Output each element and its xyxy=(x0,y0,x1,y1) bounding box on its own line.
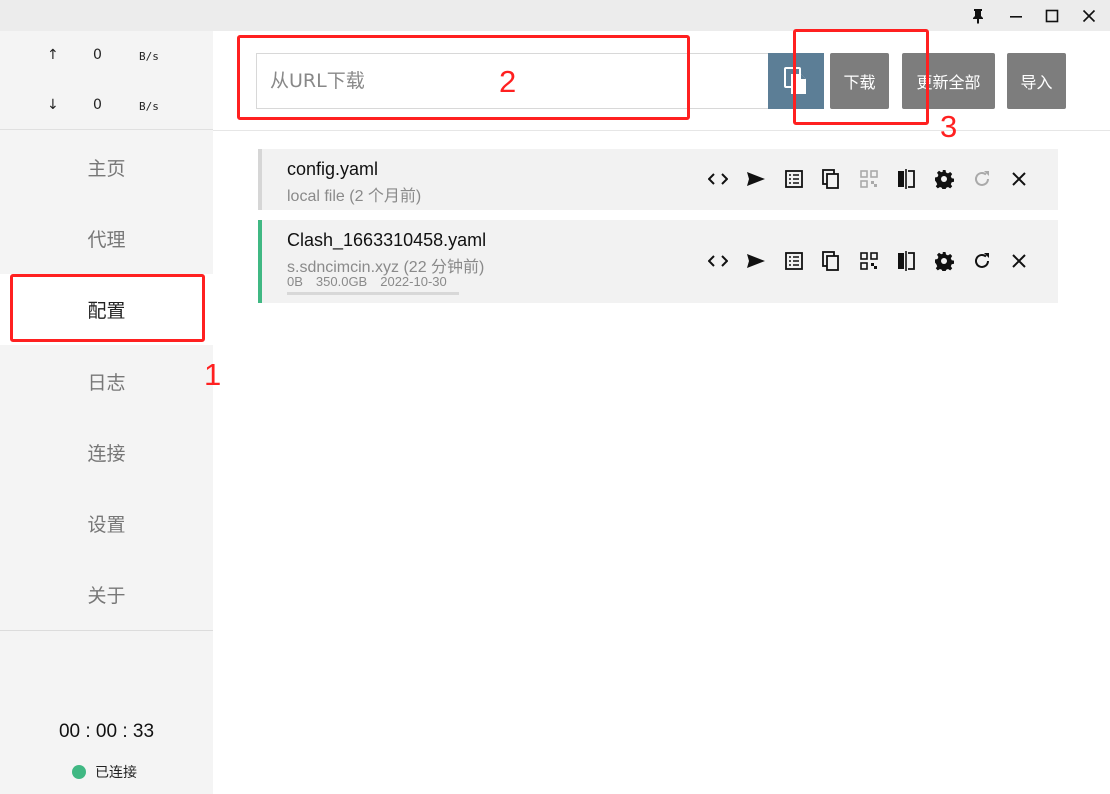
title-bar xyxy=(0,0,1110,31)
annotation-label-2: 2 xyxy=(499,64,517,99)
sidebar-item-proxies[interactable]: 代理 xyxy=(0,203,213,274)
traffic-panel: ↑ 0 B/s ↓ 0 B/s xyxy=(0,31,213,130)
refresh-icon[interactable] xyxy=(963,249,1001,273)
copy-icon[interactable] xyxy=(812,167,850,191)
profile-name: config.yaml xyxy=(287,159,379,179)
close-icon[interactable] xyxy=(1000,167,1038,191)
import-button[interactable]: 导入 xyxy=(1007,53,1066,109)
gear-icon[interactable] xyxy=(925,167,963,191)
list-icon[interactable] xyxy=(775,167,813,191)
sidebar: ↑ 0 B/s ↓ 0 B/s 主页 代理 配置 日志 连接 设置 关于 00 … xyxy=(0,31,213,794)
maximize-icon[interactable] xyxy=(1034,0,1070,31)
profile-actions xyxy=(700,249,1038,273)
code-icon[interactable] xyxy=(700,249,738,273)
close-icon[interactable] xyxy=(1071,0,1107,31)
profile-status-bar xyxy=(258,149,262,210)
profile-actions xyxy=(700,167,1038,191)
connection-status: 已连接 xyxy=(72,762,137,782)
usage-progress-bar xyxy=(287,292,459,295)
sidebar-item-home[interactable]: 主页 xyxy=(0,132,213,203)
download-arrow-icon: ↓ xyxy=(47,97,59,113)
download-speed: ↓ 0 B/s xyxy=(0,94,213,118)
annotation-box-3 xyxy=(793,29,929,125)
minimize-icon[interactable] xyxy=(998,0,1034,31)
send-icon[interactable] xyxy=(737,167,775,191)
sidebar-item-connections[interactable]: 连接 xyxy=(0,417,213,488)
annotation-label-1: 1 xyxy=(204,357,222,392)
code-icon[interactable] xyxy=(700,167,738,191)
profile-subtitle: local file (2 个月前) xyxy=(287,188,422,205)
upload-arrow-icon: ↑ xyxy=(47,47,59,63)
sidebar-item-logs[interactable]: 日志 xyxy=(0,346,213,417)
sidebar-item-settings[interactable]: 设置 xyxy=(0,488,213,559)
list-icon[interactable] xyxy=(775,249,813,273)
header-divider xyxy=(213,130,1110,131)
profile-status-bar xyxy=(258,220,262,303)
profile-expire: 2022-10-30 xyxy=(380,274,447,289)
compare-icon[interactable] xyxy=(888,249,926,273)
sidebar-item-about[interactable]: 关于 xyxy=(0,559,213,630)
download-value: 0 xyxy=(93,97,102,113)
close-icon[interactable] xyxy=(1000,249,1038,273)
pin-icon[interactable] xyxy=(960,0,996,31)
copy-icon[interactable] xyxy=(812,249,850,273)
uptime-timer: 00 : 00 : 33 xyxy=(58,721,155,742)
main-panel: 下载 更新全部 导入 config.yaml local file (2 个月前… xyxy=(213,31,1110,794)
profile-name: Clash_1663310458.yaml xyxy=(287,230,487,250)
profile-total: 350.0GB xyxy=(315,274,368,289)
profile-card[interactable]: Clash_1663310458.yaml s.sdncimcin.xyz (2… xyxy=(258,220,1058,303)
divider xyxy=(0,630,213,631)
gear-icon[interactable] xyxy=(925,249,963,273)
upload-speed: ↑ 0 B/s xyxy=(0,44,213,68)
qrcode-icon[interactable] xyxy=(850,249,888,273)
annotation-label-3: 3 xyxy=(940,109,958,144)
refresh-icon[interactable] xyxy=(963,167,1001,191)
download-unit: B/s xyxy=(139,100,159,113)
annotation-box-1 xyxy=(10,274,205,342)
qrcode-icon[interactable] xyxy=(850,167,888,191)
upload-value: 0 xyxy=(93,47,102,63)
status-dot-icon xyxy=(72,765,86,779)
profile-card[interactable]: config.yaml local file (2 个月前) xyxy=(258,149,1058,210)
annotation-box-2 xyxy=(237,35,690,120)
status-label: 已连接 xyxy=(95,765,137,781)
profile-usage: 0B xyxy=(287,274,303,289)
profile-meta: 0B 350.0GB 2022-10-30 xyxy=(287,274,460,289)
upload-unit: B/s xyxy=(139,50,159,63)
send-icon[interactable] xyxy=(737,249,775,273)
compare-icon[interactable] xyxy=(888,167,926,191)
